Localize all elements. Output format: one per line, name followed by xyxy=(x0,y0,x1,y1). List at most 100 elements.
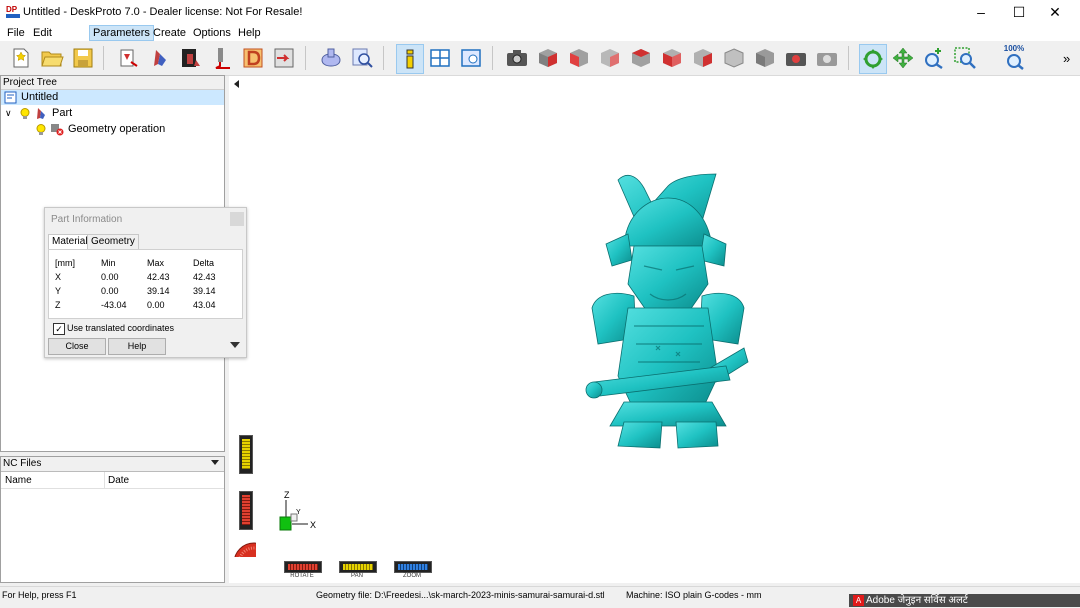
column-date[interactable]: Date xyxy=(108,475,129,486)
view-control-strip: ROTATE PAN ZOOM xyxy=(229,557,1080,583)
open-project-button[interactable] xyxy=(39,44,65,72)
minimize-button[interactable]: – xyxy=(964,0,998,24)
zoom-100-label: 100% xyxy=(1003,44,1025,53)
save-nc-button[interactable] xyxy=(271,44,297,72)
zoom-window-button[interactable] xyxy=(952,44,978,72)
pan-slider[interactable] xyxy=(339,561,377,573)
nc-program-button[interactable] xyxy=(240,44,266,72)
new-project-button[interactable] xyxy=(8,44,34,72)
rotate-label: ROTATE xyxy=(290,573,314,579)
view-window-button[interactable] xyxy=(458,44,484,72)
simulation-icon xyxy=(321,48,341,67)
tab-material[interactable]: Material xyxy=(48,234,92,249)
zoom-100-button[interactable]: 100% xyxy=(1000,44,1028,72)
window-layout-button[interactable] xyxy=(427,44,453,72)
dialog-close-icon[interactable] xyxy=(230,212,244,226)
row-z-delta: 43.04 xyxy=(193,300,216,310)
save-project-button[interactable] xyxy=(70,44,96,72)
zoom-in-icon xyxy=(925,48,943,70)
view-bottom-button[interactable] xyxy=(721,44,747,72)
import-geometry-icon xyxy=(120,49,138,67)
lightbulb-icon[interactable] xyxy=(20,108,30,120)
menu-bar: File Edit Parameters Create Options Help xyxy=(0,24,1080,41)
menu-options[interactable]: Options xyxy=(190,26,234,40)
view-top-button[interactable] xyxy=(690,44,716,72)
cube-bottom-icon xyxy=(724,48,744,68)
snapshot-button[interactable] xyxy=(504,44,530,72)
view-reset-button[interactable] xyxy=(752,44,778,72)
view-front-button[interactable] xyxy=(566,44,592,72)
pan-mode-button[interactable] xyxy=(890,44,916,72)
part-info-button[interactable] xyxy=(396,44,424,74)
tool-icon xyxy=(215,48,230,69)
dropdown-arrow-icon[interactable] xyxy=(211,460,219,465)
cube-back-icon xyxy=(601,49,619,67)
zoom-mode-button[interactable] xyxy=(921,44,947,72)
lightbulb-icon[interactable] xyxy=(36,124,46,136)
collapse-left-icon[interactable] xyxy=(234,80,239,88)
cube-front-icon xyxy=(570,49,588,67)
menu-parameters[interactable]: Parameters xyxy=(89,25,154,41)
view-right-button[interactable] xyxy=(659,44,685,72)
menu-edit[interactable]: Edit xyxy=(30,26,55,40)
preview-button[interactable] xyxy=(349,44,375,72)
cube-iso-icon xyxy=(539,49,557,67)
column-name[interactable]: Name xyxy=(5,475,32,486)
help-button[interactable]: Help xyxy=(108,338,166,355)
rotate-mode-button[interactable] xyxy=(859,44,887,74)
row-y-min: 0.00 xyxy=(101,286,119,296)
row-z-axis: Z xyxy=(55,300,61,310)
info-icon xyxy=(406,49,414,69)
translated-coords-checkbox[interactable]: ✓ xyxy=(53,323,65,335)
save-icon xyxy=(73,48,93,68)
render-settings-button[interactable] xyxy=(814,44,840,72)
part-parameters-button[interactable] xyxy=(147,44,173,72)
close-window-button[interactable]: ✕ xyxy=(1038,0,1072,24)
simulation-button[interactable] xyxy=(318,44,344,72)
row-z-min: -43.04 xyxy=(101,300,127,310)
view-left-button[interactable] xyxy=(628,44,654,72)
load-part-button[interactable] xyxy=(116,44,142,72)
maximize-button[interactable]: ☐ xyxy=(1002,0,1036,24)
nc-files-panel: NC Files Name Date xyxy=(0,456,225,583)
tree-item-part[interactable]: ∨ Part xyxy=(1,106,224,121)
adobe-notification[interactable]: A Adobe जेनुइन सर्विस अलर्ट xyxy=(849,594,1080,607)
toolpath-button[interactable] xyxy=(209,44,235,72)
toolbar-overflow-button[interactable]: » xyxy=(1063,51,1070,66)
close-button[interactable]: Close xyxy=(48,338,106,355)
zoom-slider[interactable] xyxy=(394,561,432,573)
view-iso-button[interactable] xyxy=(535,44,561,72)
tree-item-root[interactable]: Untitled xyxy=(1,90,224,105)
project-tree-header: Project Tree xyxy=(1,76,224,90)
svg-text:Z: Z xyxy=(284,490,290,500)
zoom-label: ZOOM xyxy=(403,573,421,579)
zoom-vertical-slider[interactable] xyxy=(239,491,253,530)
cube-right-icon xyxy=(663,49,681,67)
3d-viewport[interactable]: Z Y X xyxy=(256,76,1080,557)
expand-arrow-icon[interactable] xyxy=(230,342,240,348)
table-header-min: Min xyxy=(101,258,116,268)
menu-file[interactable]: File xyxy=(4,26,28,40)
adobe-app-name: Adobe xyxy=(866,595,895,606)
table-header-delta: Delta xyxy=(193,258,215,268)
operation-parameters-button[interactable] xyxy=(178,44,204,72)
menu-create[interactable]: Create xyxy=(150,26,189,40)
new-file-icon xyxy=(13,48,29,68)
samurai-model-render: Z Y X xyxy=(279,173,749,531)
collapse-chevron-icon[interactable]: ∨ xyxy=(5,106,12,121)
pan-label: PAN xyxy=(351,573,363,579)
tab-geometry[interactable]: Geometry xyxy=(87,234,139,249)
operation-icon xyxy=(182,49,200,67)
pan-arrows-icon xyxy=(892,47,914,69)
part-information-dialog: Part Information Material Geometry [mm] … xyxy=(44,207,247,358)
rotate-slider[interactable] xyxy=(284,561,322,573)
adobe-alert-text: जेनुइन सर्विस अलर्ट xyxy=(897,595,968,606)
render-button[interactable] xyxy=(783,44,809,72)
tree-item-operation[interactable]: Geometry operation xyxy=(1,122,224,137)
view-back-button[interactable] xyxy=(597,44,623,72)
part-dimensions-table: [mm] Min Max Delta X 0.00 42.43 42.43 Y … xyxy=(48,249,243,319)
menu-help[interactable]: Help xyxy=(235,26,264,40)
svg-text:Y: Y xyxy=(296,509,301,516)
pan-vertical-slider[interactable] xyxy=(239,435,253,474)
status-help: For Help, press F1 xyxy=(2,590,77,600)
